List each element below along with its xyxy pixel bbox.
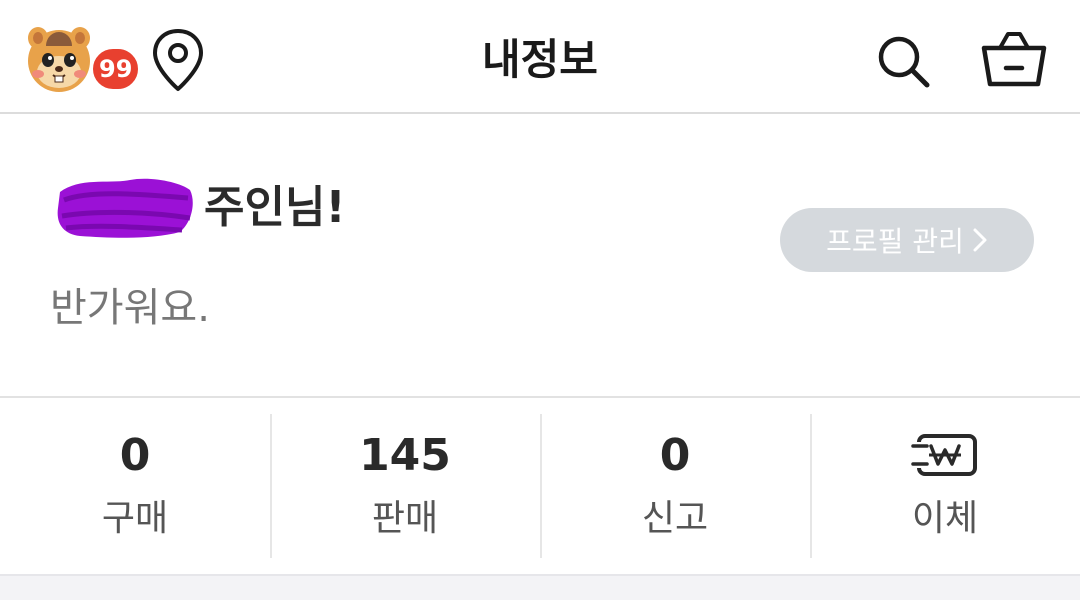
profile-greeting: 주인님! [50, 172, 346, 244]
stat-report-label: 신고 [641, 498, 709, 539]
hamster-avatar-icon [28, 27, 90, 92]
redacted-name-scribble [57, 178, 193, 238]
stat-report[interactable]: 0 신고 [540, 398, 810, 574]
stat-purchase-value: 0 [119, 430, 151, 481]
stat-transfer-label: 이체 [911, 498, 979, 539]
shopping-basket-icon [981, 32, 1047, 87]
stat-sales[interactable]: 145 판매 [270, 398, 540, 574]
search-button[interactable] [872, 30, 934, 92]
top-bar: 99 내정보 [0, 0, 1080, 114]
stat-purchase[interactable]: 0 구매 [0, 398, 270, 574]
notification-badge: 99 [90, 46, 142, 92]
avatar-button[interactable]: 99 [24, 24, 142, 94]
manage-profile-button[interactable]: 프로필 관리 [780, 208, 1034, 272]
greeting-text: 주인님! [204, 182, 346, 233]
welcome-text: 반가워요. [50, 285, 210, 331]
page-title: 내정보 [482, 35, 598, 84]
search-icon [878, 36, 930, 88]
stat-purchase-label: 구매 [101, 498, 169, 539]
won-transfer-icon [911, 434, 977, 476]
stat-report-value: 0 [659, 430, 691, 481]
profile-section: 주인님! 반가워요. 프로필 관리 [0, 116, 1080, 398]
cart-button[interactable] [976, 26, 1052, 92]
activity-stats: 0 구매 145 판매 0 신고 이체 [0, 398, 1080, 576]
stat-sales-label: 판매 [371, 498, 439, 539]
stat-sales-value: 145 [359, 430, 451, 481]
map-pin-icon [153, 29, 203, 91]
chevron-right-icon [972, 227, 988, 253]
section-divider [0, 576, 1080, 600]
manage-profile-label: 프로필 관리 [826, 225, 964, 258]
stat-transfer[interactable]: 이체 [810, 398, 1080, 574]
location-button[interactable] [148, 26, 208, 94]
